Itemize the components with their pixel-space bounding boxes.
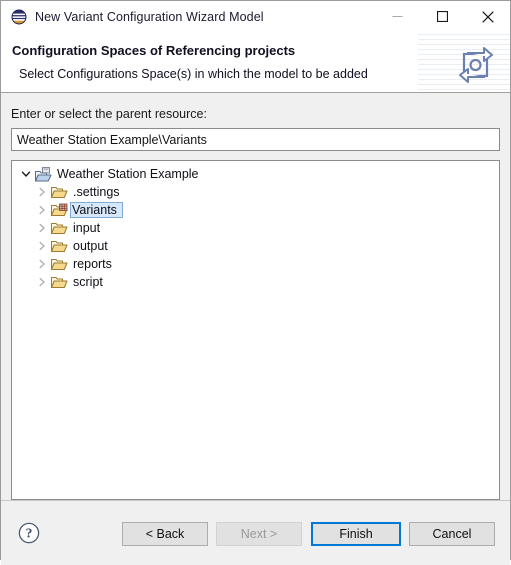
window-controls	[375, 1, 510, 32]
tree-row[interactable]: input	[12, 219, 499, 237]
page-title: Configuration Spaces of Referencing proj…	[12, 43, 296, 58]
cancel-button[interactable]: Cancel	[409, 522, 495, 546]
folder-icon	[50, 220, 68, 236]
tree-row[interactable]: Variants	[12, 201, 499, 219]
minimize-icon[interactable]	[375, 1, 420, 32]
parent-resource-label: Enter or select the parent resource:	[11, 107, 207, 121]
chevron-right-icon[interactable]	[34, 274, 50, 290]
chevron-right-icon[interactable]	[34, 220, 50, 236]
variants-folder-icon	[50, 202, 68, 218]
help-question-icon[interactable]: ?	[18, 522, 40, 544]
tree-label-wrap: script	[71, 274, 109, 290]
finish-button[interactable]: Finish	[311, 522, 401, 546]
tree-label-wrap: input	[71, 220, 106, 236]
svg-text:?: ?	[26, 526, 33, 541]
tree-row[interactable]: output	[12, 237, 499, 255]
tree-item-label: Variants	[72, 203, 117, 217]
tree-item-label: Weather Station Example	[57, 167, 199, 181]
folder-icon	[50, 184, 68, 200]
chevron-right-icon[interactable]	[34, 202, 50, 218]
close-icon[interactable]	[465, 1, 510, 32]
tree-item-label: .settings	[73, 185, 120, 199]
resource-tree[interactable]: Weather Station Example .settings Varian…	[11, 160, 500, 500]
project-folder-icon	[34, 166, 52, 182]
tree-label-wrap: reports	[71, 256, 118, 272]
tree-item-label: script	[73, 275, 103, 289]
tree-row[interactable]: Weather Station Example	[12, 165, 499, 183]
page-subtitle: Select Configurations Space(s) in which …	[19, 67, 368, 81]
tree-label-wrap: .settings	[71, 184, 126, 200]
window-title: New Variant Configuration Wizard Model	[35, 9, 264, 24]
eclipse-logo-icon	[11, 9, 27, 25]
header-banner-stripes	[418, 32, 510, 91]
tree-row[interactable]: .settings	[12, 183, 499, 201]
chevron-right-icon[interactable]	[34, 184, 50, 200]
tree-label-wrap: Variants	[70, 202, 123, 218]
tree-label-wrap: Weather Station Example	[55, 166, 205, 182]
tree-row[interactable]: reports	[12, 255, 499, 273]
wizard-header: Configuration Spaces of Referencing proj…	[1, 32, 510, 93]
tree-item-label: reports	[73, 257, 112, 271]
refresh-sync-icon	[455, 46, 497, 87]
wizard-dialog: New Variant Configuration Wizard Model C…	[0, 0, 511, 565]
chevron-right-icon[interactable]	[34, 256, 50, 272]
folder-icon	[50, 274, 68, 290]
dialog-body: Enter or select the parent resource: Wea…	[1, 93, 510, 500]
tree-label-wrap: output	[71, 238, 114, 254]
parent-resource-input[interactable]	[11, 128, 500, 151]
tree-item-label: output	[73, 239, 108, 253]
folder-icon	[50, 238, 68, 254]
chevron-down-icon[interactable]	[18, 166, 34, 182]
tree-item-label: input	[73, 221, 101, 235]
title-bar: New Variant Configuration Wizard Model	[1, 1, 510, 32]
tree-row[interactable]: script	[12, 273, 499, 291]
chevron-right-icon[interactable]	[34, 238, 50, 254]
next-button[interactable]: Next >	[216, 522, 302, 546]
back-button[interactable]: < Back	[122, 522, 208, 546]
maximize-icon[interactable]	[420, 1, 465, 32]
folder-icon	[50, 256, 68, 272]
